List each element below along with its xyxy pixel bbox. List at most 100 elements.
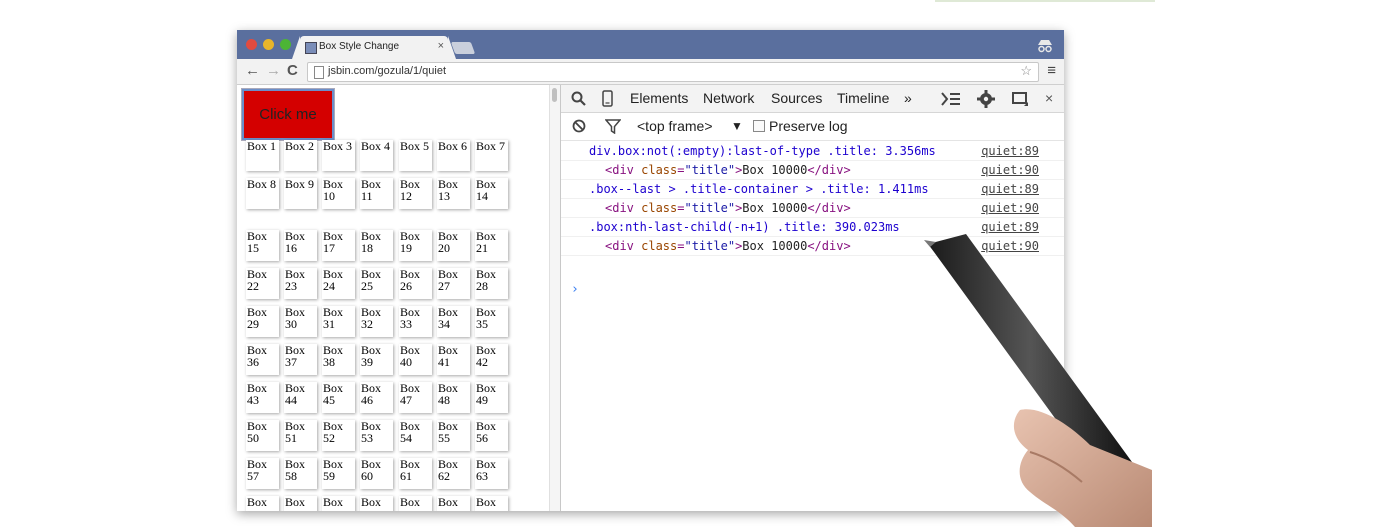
box-item: Box 22 (246, 268, 279, 299)
incognito-icon (1038, 40, 1052, 53)
html-text: Box 10000 (742, 239, 808, 253)
box-item: Box (437, 496, 470, 511)
console-row: <div class="title">Box 10000</div> quiet:… (561, 199, 1064, 218)
filter-icon[interactable] (605, 119, 621, 134)
console-html-message[interactable]: <div class="title">Box 10000</div> (605, 161, 851, 179)
minimize-window-button[interactable] (263, 39, 274, 50)
box-item: Box 63 (475, 458, 508, 489)
box-item: Box 21 (475, 230, 508, 261)
box-item: Box 55 (437, 420, 470, 451)
console-source-link[interactable]: quiet:90 (981, 161, 1039, 179)
close-devtools-icon[interactable]: × (1045, 90, 1053, 106)
box-item: Box (475, 496, 508, 511)
box-item: Box 17 (322, 230, 355, 261)
box-item: Box 15 (246, 230, 279, 261)
box-item: Box 16 (284, 230, 317, 261)
html-tag-end: </div> (807, 163, 851, 177)
box-item: Box 32 (360, 306, 393, 337)
page-scrollbar[interactable] (549, 85, 560, 511)
box-item: Box 52 (322, 420, 355, 451)
box-item: Box 25 (360, 268, 393, 299)
html-attr-value: "title" (684, 201, 736, 215)
box-item: Box 3 (322, 140, 355, 171)
box-item: Box (246, 496, 279, 511)
box-item: Box 46 (360, 382, 393, 413)
box-item: Box 24 (322, 268, 355, 299)
address-bar[interactable]: jsbin.com/gozula/1/quiet ☆ (307, 62, 1039, 82)
box-item: Box 20 (437, 230, 470, 261)
frame-selector[interactable]: <top frame> (637, 118, 713, 134)
browser-toolbar: ← → C jsbin.com/gozula/1/quiet ☆ ≡ (237, 59, 1064, 85)
browser-tab[interactable]: Box Style Change × (292, 36, 456, 59)
tab-elements[interactable]: Elements (630, 90, 688, 106)
console-message: div.box:not(:empty):last-of-type .title:… (589, 144, 936, 158)
favicon-icon (305, 42, 317, 54)
url-text: jsbin.com/gozula/1/quiet (328, 65, 447, 77)
frame-dropdown-icon[interactable]: ▼ (731, 119, 743, 133)
back-button[interactable]: ← (245, 62, 260, 79)
box-item: Box 18 (360, 230, 393, 261)
tab-close-icon[interactable]: × (438, 40, 444, 52)
box-item: Box 8 (246, 178, 279, 209)
scrollbar-thumb[interactable] (552, 88, 557, 102)
settings-gear-icon[interactable] (977, 90, 995, 108)
console-source-link[interactable]: quiet:89 (981, 180, 1039, 198)
more-tabs-icon[interactable]: » (904, 90, 912, 106)
preserve-log-label: Preserve log (769, 118, 848, 134)
box-item: Box 60 (360, 458, 393, 489)
console-html-message[interactable]: <div class="title">Box 10000</div> (605, 199, 851, 217)
tab-sources[interactable]: Sources (771, 90, 822, 106)
close-window-button[interactable] (246, 39, 257, 50)
maximize-window-button[interactable] (280, 39, 291, 50)
clear-console-icon[interactable] (572, 119, 586, 133)
box-item: Box 51 (284, 420, 317, 451)
box-item: Box 45 (322, 382, 355, 413)
menu-icon[interactable]: ≡ (1047, 62, 1056, 79)
console-row: .box--last > .title-container > .title: … (561, 180, 1064, 199)
box-item: Box 42 (475, 344, 508, 375)
box-item: Box 58 (284, 458, 317, 489)
box-item: Box (399, 496, 432, 511)
box-item: Box 27 (437, 268, 470, 299)
box-item: Box 2 (284, 140, 317, 171)
html-attr-value: "title" (684, 163, 736, 177)
html-tag-open: <div (605, 163, 642, 177)
title-bar: Box Style Change × (237, 30, 1064, 59)
console-source-link[interactable]: quiet:89 (981, 142, 1039, 160)
console-toolbar: <top frame> ▼ Preserve log (561, 113, 1064, 141)
box-item: Box 59 (322, 458, 355, 489)
html-tag-end: </div> (807, 201, 851, 215)
forward-button[interactable]: → (266, 62, 281, 79)
preserve-log-checkbox[interactable] (753, 120, 765, 132)
box-item: Box 36 (246, 344, 279, 375)
console-drawer-icon[interactable] (941, 92, 961, 106)
hand-with-pen-image (924, 234, 1160, 527)
device-mode-icon[interactable] (602, 90, 613, 107)
console-row: <div class="title">Box 10000</div> quiet:… (561, 161, 1064, 180)
console-html-message[interactable]: <div class="title">Box 10000</div> (605, 237, 851, 255)
box-item: Box 26 (399, 268, 432, 299)
tab-network[interactable]: Network (703, 90, 754, 106)
console-prompt[interactable]: › (571, 282, 579, 297)
box-item: Box 23 (284, 268, 317, 299)
dock-side-icon[interactable] (1012, 92, 1029, 107)
tab-timeline[interactable]: Timeline (837, 90, 889, 106)
console-source-link[interactable]: quiet:90 (981, 199, 1039, 217)
box-item: Box 29 (246, 306, 279, 337)
click-me-button[interactable]: Click me (242, 89, 334, 140)
reload-button[interactable]: C (287, 62, 298, 79)
page-icon (314, 66, 324, 79)
box-item: Box 50 (246, 420, 279, 451)
box-item: Box 30 (284, 306, 317, 337)
box-item: Box 7 (475, 140, 508, 171)
box-item: Box 11 (360, 178, 393, 209)
search-icon[interactable] (571, 91, 586, 106)
html-attr-name: class (641, 163, 678, 177)
box-item: Box 62 (437, 458, 470, 489)
box-item: Box 37 (284, 344, 317, 375)
box-item: Box 53 (360, 420, 393, 451)
bookmark-star-icon[interactable]: ☆ (1020, 63, 1032, 79)
box-item: Box 5 (399, 140, 432, 171)
box-item: Box 9 (284, 178, 317, 209)
new-tab-button[interactable] (450, 42, 476, 54)
